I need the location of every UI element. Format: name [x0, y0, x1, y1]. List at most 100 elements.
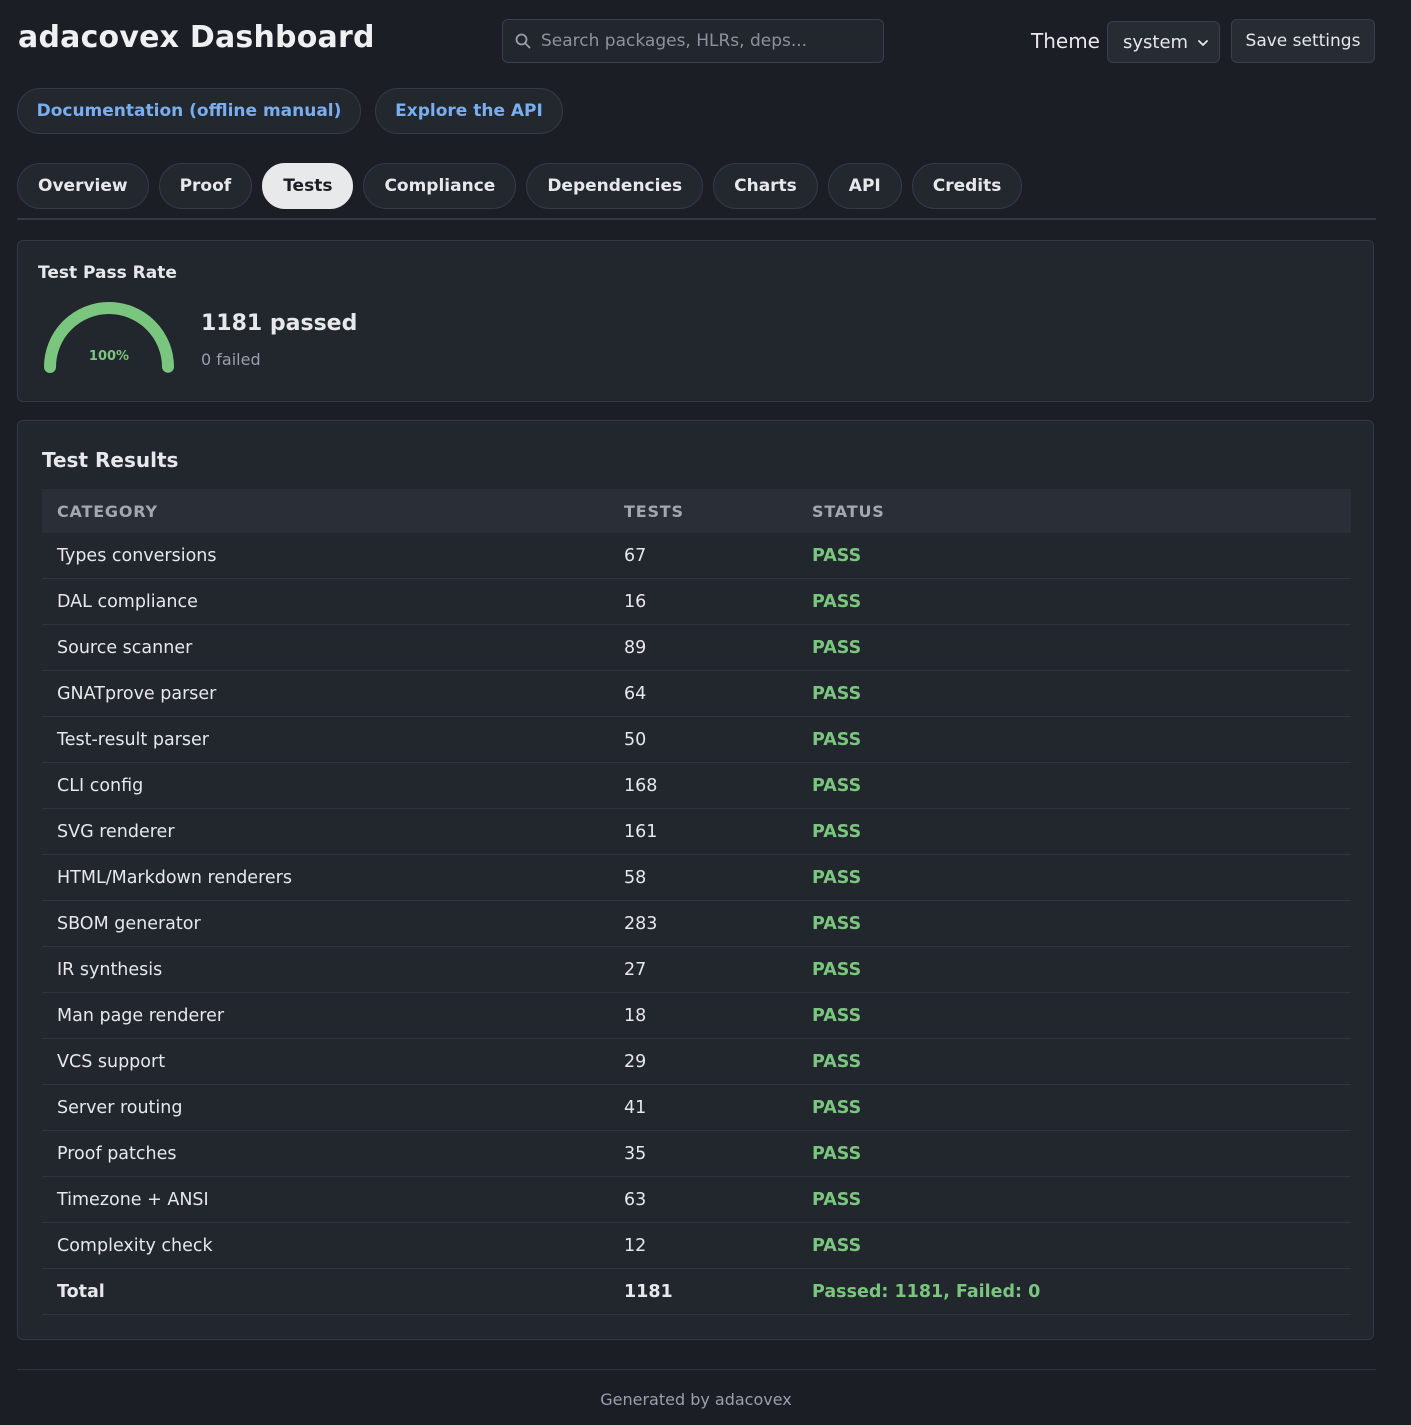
table-row: Man page renderer 18 PASS: [42, 992, 1351, 1039]
tab-proof[interactable]: Proof: [158, 163, 253, 209]
row-status-badge: PASS: [797, 992, 1351, 1039]
test-results-body: Types conversions 67 PASS DAL compliance 16 P…: [42, 533, 1351, 1315]
row-status-badge: PASS: [797, 670, 1351, 717]
row-status-badge: PASS: [797, 716, 1351, 763]
tab-compliance[interactable]: Compliance: [363, 163, 517, 209]
table-row: IR synthesis 27 PASS: [42, 946, 1351, 993]
row-category: DAL compliance: [42, 578, 609, 625]
row-status-badge: PASS: [797, 1130, 1351, 1177]
table-total-row: Total 1181 Passed: 1181, Failed: 0: [42, 1268, 1351, 1315]
row-test-count: 29: [609, 1038, 797, 1085]
row-status-badge: PASS: [797, 624, 1351, 671]
row-status-badge: PASS: [797, 1222, 1351, 1269]
search-box[interactable]: [502, 19, 884, 63]
pass-rate-percent: 100%: [88, 349, 130, 364]
row-category: Timezone + ANSI: [42, 1176, 609, 1223]
row-test-count: 12: [609, 1222, 797, 1269]
theme-label: Theme: [1031, 29, 1100, 53]
tab-api[interactable]: API: [827, 163, 902, 209]
tab-charts[interactable]: Charts: [713, 163, 818, 209]
footer-text: Generated by adacovex: [600, 1390, 792, 1409]
row-test-count: 63: [609, 1176, 797, 1223]
search-input[interactable]: [541, 31, 883, 51]
row-status-badge: PASS: [797, 854, 1351, 901]
row-test-count: 283: [609, 900, 797, 947]
row-status-badge: PASS: [797, 762, 1351, 809]
test-results-table: CATEGORY TESTS STATUS Types conversions 6…: [42, 489, 1351, 1315]
table-row: Test-result parser 50 PASS: [42, 716, 1351, 763]
row-category: Types conversions: [42, 533, 609, 579]
row-category: Complexity check: [42, 1222, 609, 1269]
row-test-count: 67: [609, 533, 797, 579]
row-category: HTML/Markdown renderers: [42, 854, 609, 901]
row-category: Proof patches: [42, 1130, 609, 1177]
row-category: VCS support: [42, 1038, 609, 1085]
pass-rate-gauge: [44, 302, 174, 373]
total-status: Passed: 1181, Failed: 0: [797, 1268, 1351, 1315]
total-label: Total: [42, 1268, 609, 1315]
explore-api-link[interactable]: Explore the API: [375, 88, 563, 134]
row-test-count: 27: [609, 946, 797, 993]
row-test-count: 168: [609, 762, 797, 809]
row-category: SVG renderer: [42, 808, 609, 855]
total-test-count: 1181: [609, 1268, 797, 1315]
save-settings-button[interactable]: Save settings: [1231, 19, 1375, 63]
row-status-badge: PASS: [797, 1084, 1351, 1131]
row-status-badge: PASS: [797, 1038, 1351, 1085]
row-status-badge: PASS: [797, 946, 1351, 993]
failed-count: 0 failed: [201, 350, 261, 369]
row-category: Server routing: [42, 1084, 609, 1131]
row-status-badge: PASS: [797, 578, 1351, 625]
row-status-badge: PASS: [797, 1176, 1351, 1223]
theme-select-value: system: [1123, 31, 1189, 53]
row-test-count: 16: [609, 578, 797, 625]
row-category: GNATprove parser: [42, 670, 609, 717]
table-row: Proof patches 35 PASS: [42, 1130, 1351, 1177]
table-row: Complexity check 12 PASS: [42, 1222, 1351, 1269]
row-test-count: 89: [609, 624, 797, 671]
chevron-down-icon: [1198, 40, 1208, 46]
column-header-tests[interactable]: TESTS: [609, 489, 797, 533]
table-row: GNATprove parser 64 PASS: [42, 670, 1351, 717]
app-title: adacovex Dashboard: [18, 20, 375, 55]
table-row: SBOM generator 283 PASS: [42, 900, 1351, 947]
theme-select[interactable]: system: [1107, 21, 1220, 63]
test-results-card: Test Results CATEGORY TESTS STATUS Types…: [17, 420, 1374, 1340]
table-row: CLI config 168 PASS: [42, 762, 1351, 809]
table-row: SVG renderer 161 PASS: [42, 808, 1351, 855]
row-test-count: 64: [609, 670, 797, 717]
tab-credits[interactable]: Credits: [911, 163, 1023, 209]
search-icon: [515, 33, 531, 49]
row-test-count: 41: [609, 1084, 797, 1131]
row-category: IR synthesis: [42, 946, 609, 993]
row-category: SBOM generator: [42, 900, 609, 947]
documentation-link[interactable]: Documentation (offline manual): [17, 88, 361, 134]
row-test-count: 50: [609, 716, 797, 763]
passed-count: 1181 passed: [201, 311, 358, 336]
column-header-status[interactable]: STATUS: [797, 489, 1351, 533]
test-results-title: Test Results: [42, 448, 179, 472]
row-status-badge: PASS: [797, 533, 1351, 579]
row-test-count: 18: [609, 992, 797, 1039]
tab-tests[interactable]: Tests: [262, 163, 354, 209]
pass-rate-title: Test Pass Rate: [38, 263, 177, 283]
row-category: CLI config: [42, 762, 609, 809]
table-row: DAL compliance 16 PASS: [42, 578, 1351, 625]
tabs-divider: [17, 218, 1376, 220]
pass-rate-card: Test Pass Rate 100% 1181 passed 0 failed: [17, 240, 1374, 402]
tab-bar: Overview Proof Tests Compliance Dependen…: [17, 163, 1032, 209]
row-status-badge: PASS: [797, 808, 1351, 855]
table-header-row: CATEGORY TESTS STATUS: [42, 489, 1351, 533]
table-row: Source scanner 89 PASS: [42, 624, 1351, 671]
row-category: Source scanner: [42, 624, 609, 671]
column-header-category[interactable]: CATEGORY: [42, 489, 609, 533]
table-row: HTML/Markdown renderers 58 PASS: [42, 854, 1351, 901]
table-row: Types conversions 67 PASS: [42, 533, 1351, 579]
tab-overview[interactable]: Overview: [17, 163, 149, 209]
footer-divider: [17, 1369, 1376, 1370]
row-status-badge: PASS: [797, 900, 1351, 947]
row-category: Man page renderer: [42, 992, 609, 1039]
table-row: Timezone + ANSI 63 PASS: [42, 1176, 1351, 1223]
tab-dependencies[interactable]: Dependencies: [526, 163, 704, 209]
table-row: VCS support 29 PASS: [42, 1038, 1351, 1085]
